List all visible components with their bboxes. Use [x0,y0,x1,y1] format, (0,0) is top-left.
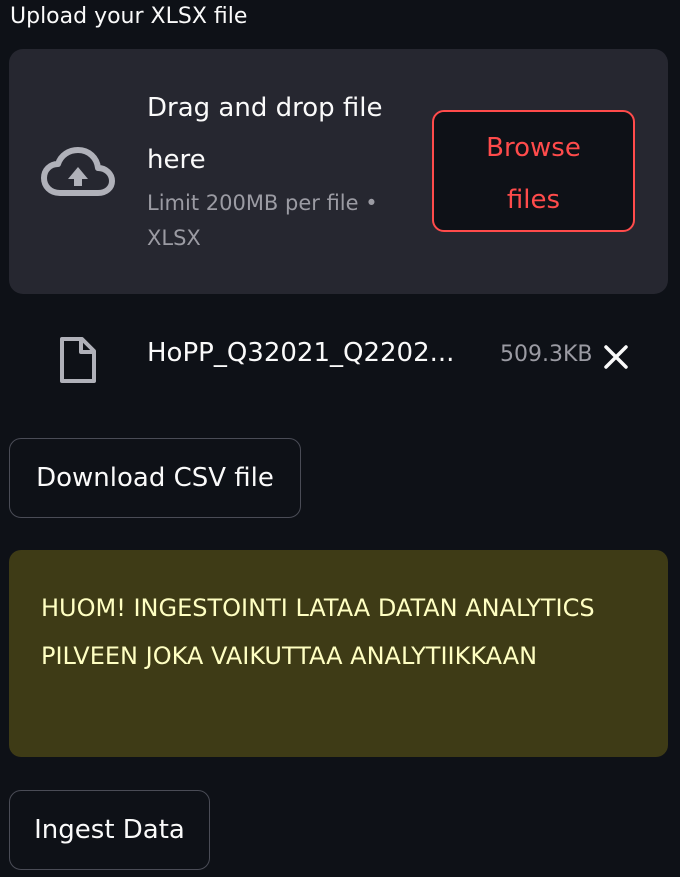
uploaded-file-size: 509.3KB [500,342,593,367]
warning-text: HUOM! INGESTOINTI LATAA DATAN ANALYTICS … [41,594,595,670]
dropzone-instructions: Drag and drop file here Limit 200MB per … [147,82,407,256]
cloud-upload-icon [41,147,115,196]
download-csv-button[interactable]: Download CSV file [9,438,301,518]
browse-files-button[interactable]: Browse files [432,110,635,232]
uploader-label: Upload your XLSX file [10,4,248,29]
app-page: Upload your XLSX file Drag and drop file… [0,0,680,877]
close-icon[interactable] [601,342,631,372]
warning-alert: HUOM! INGESTOINTI LATAA DATAN ANALYTICS … [9,550,668,757]
dropzone-title: Drag and drop file here [147,93,383,175]
uploaded-file-name: HoPP_Q32021_Q2202... [147,338,455,368]
uploaded-file-row: HoPP_Q32021_Q2202... 509.3KB [0,322,680,392]
dropzone-limit-text: Limit 200MB per file • XLSX [147,191,378,250]
ingest-data-button[interactable]: Ingest Data [9,790,210,870]
file-icon [60,337,96,383]
